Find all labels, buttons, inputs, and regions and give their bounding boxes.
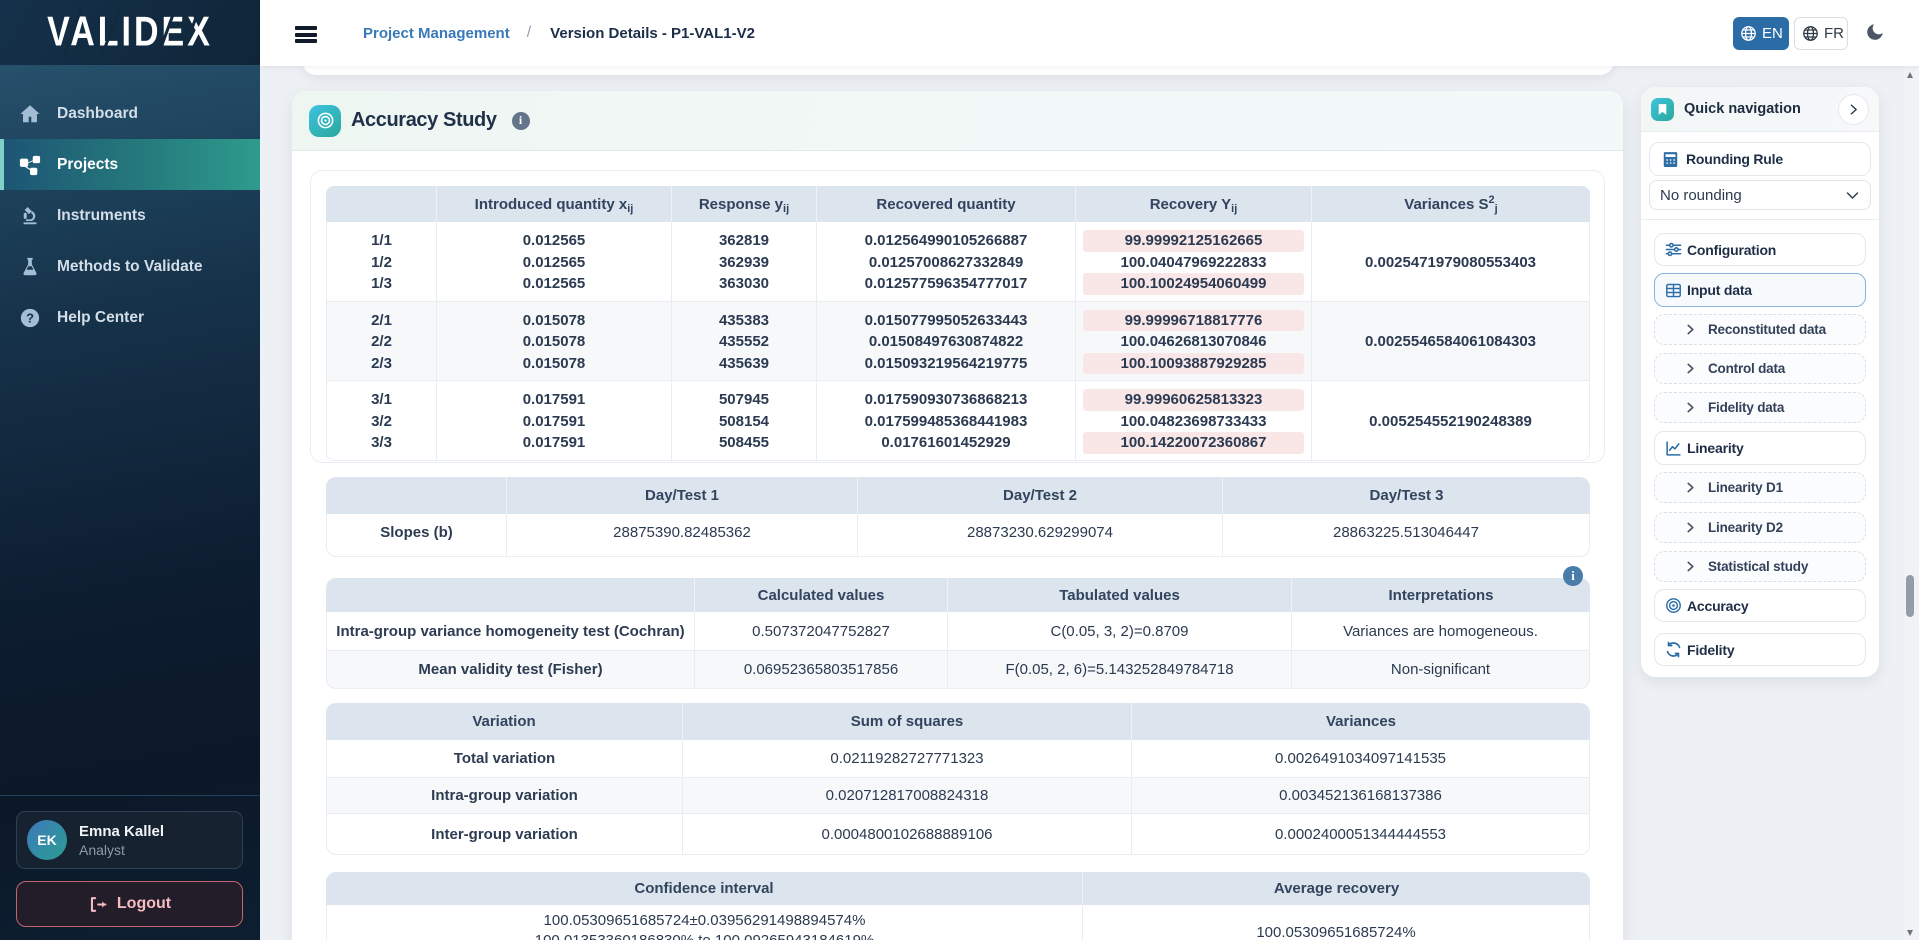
svg-text:?: ? [26, 310, 34, 325]
